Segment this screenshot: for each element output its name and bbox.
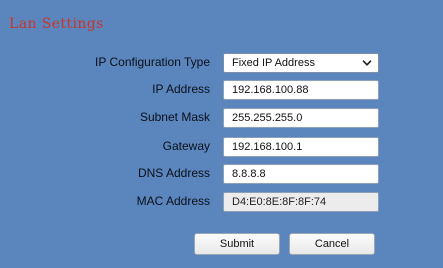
subnet-mask-row: Subnet Mask	[0, 108, 443, 130]
gateway-row: Gateway	[0, 137, 443, 159]
cancel-button[interactable]: Cancel	[289, 233, 375, 255]
subnet-mask-label: Subnet Mask	[139, 110, 210, 124]
ip-config-type-select[interactable]: Fixed IP Address	[223, 53, 379, 73]
ip-address-label: IP Address	[152, 82, 210, 96]
gateway-label: Gateway	[162, 139, 210, 153]
dns-address-row: DNS Address	[0, 164, 443, 186]
page-title: Lan Settings	[9, 16, 104, 32]
ip-config-type-value: Fixed IP Address	[232, 57, 315, 69]
submit-button[interactable]: Submit	[194, 233, 280, 255]
mac-address-label: MAC Address	[136, 194, 210, 208]
gateway-input[interactable]	[223, 137, 379, 157]
subnet-mask-input[interactable]	[223, 108, 379, 128]
dns-address-label: DNS Address	[137, 166, 210, 180]
ip-address-row: IP Address	[0, 80, 443, 102]
ip-config-type-row: IP Configuration Type Fixed IP Address	[0, 53, 443, 75]
ip-address-input[interactable]	[223, 80, 379, 100]
lan-settings-panel: Lan Settings IP Configuration Type Fixed…	[0, 0, 443, 268]
chevron-down-icon	[362, 60, 372, 66]
mac-address-value: D4:E0:8E:8F:8F:74	[223, 192, 379, 212]
ip-config-type-label: IP Configuration Type	[95, 55, 210, 69]
dns-address-input[interactable]	[223, 164, 379, 184]
mac-address-row: MAC Address D4:E0:8E:8F:8F:74	[0, 192, 443, 214]
